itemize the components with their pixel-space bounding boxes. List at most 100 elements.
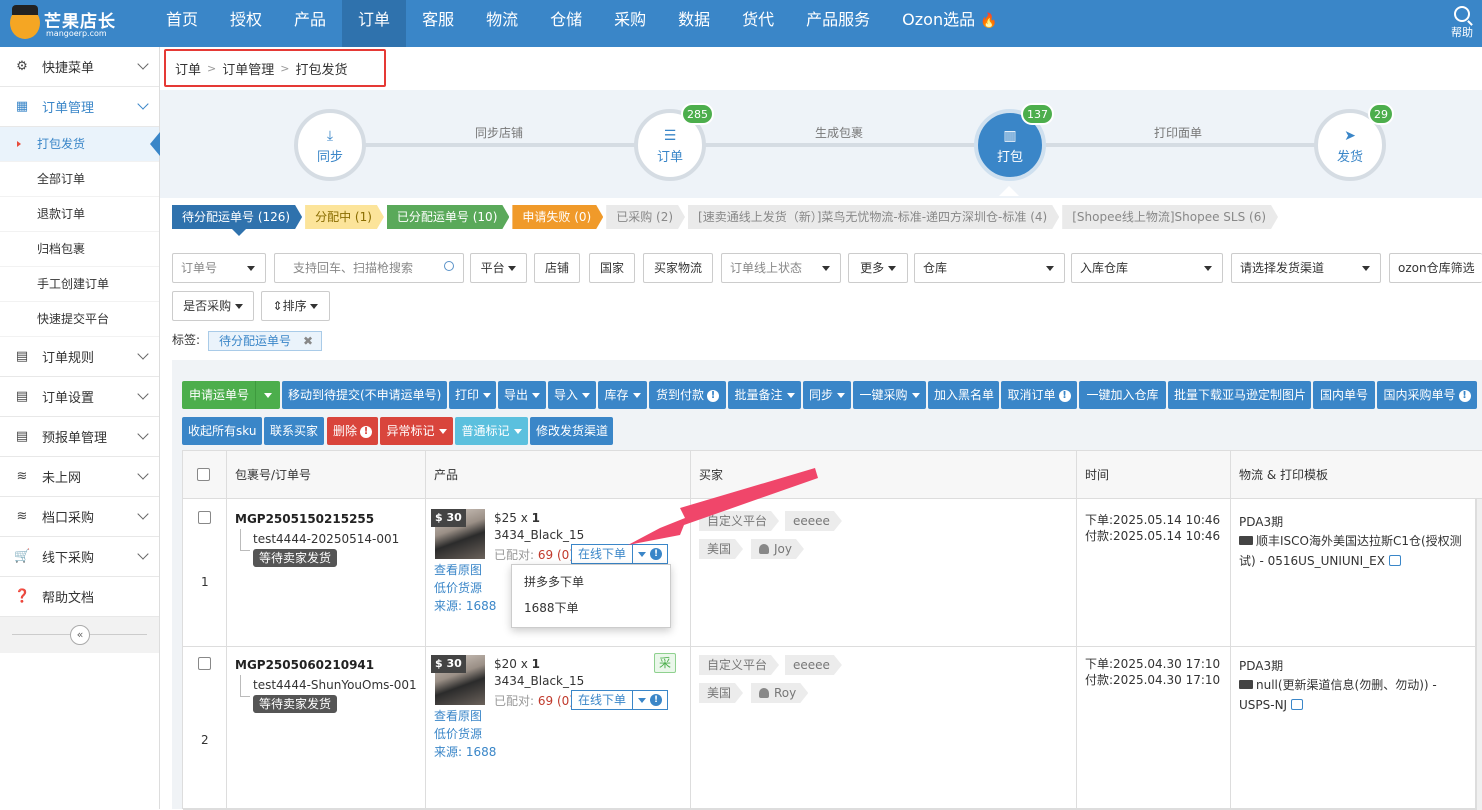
domestic-no-button[interactable]: 国内单号 bbox=[1313, 381, 1375, 409]
sidebar-section-help-docs[interactable]: ❓ 帮助文档 bbox=[0, 577, 159, 617]
menu-item-pinduoduo-order[interactable]: 拼多多下单 bbox=[512, 569, 670, 595]
search-input[interactable]: 支持回车、扫描枪搜索 bbox=[274, 253, 464, 283]
buyer-logistics-button[interactable]: 买家物流 bbox=[643, 253, 713, 283]
online-order-split-button[interactable]: 在线下单! bbox=[571, 690, 669, 710]
tab-pending-tracking[interactable]: 待分配运单号 (126) bbox=[172, 205, 302, 229]
cod-button[interactable]: 货到付款! bbox=[649, 381, 726, 409]
move-to-pending-button[interactable]: 移动到待提交(不申请运单号) bbox=[282, 381, 447, 409]
sidebar-item-quick-submit[interactable]: 快速提交平台 bbox=[0, 302, 159, 337]
import-dropdown[interactable]: 导入 bbox=[548, 381, 596, 409]
menu-item-1688-order[interactable]: 1688下单 bbox=[512, 595, 670, 621]
breadcrumb-item-order-management[interactable]: 订单管理 bbox=[222, 59, 274, 78]
order-number[interactable]: test4444-ShunYouOms-001 bbox=[253, 678, 417, 692]
change-channel-button[interactable]: 修改发货渠道 bbox=[530, 417, 613, 445]
close-icon[interactable]: ✖ bbox=[303, 332, 313, 350]
step-link-sync-shop[interactable]: 同步店铺 bbox=[475, 124, 523, 141]
nav-product-service[interactable]: 产品服务 bbox=[790, 0, 886, 47]
breadcrumb-item-order[interactable]: 订单 bbox=[175, 59, 201, 78]
blacklist-button[interactable]: 加入黑名单 bbox=[928, 381, 999, 409]
select-all-checkbox[interactable] bbox=[197, 468, 210, 481]
nav-ozon[interactable]: Ozon选品 🔥 bbox=[886, 0, 1013, 47]
step-ship[interactable]: ➤ 发货 29 bbox=[1314, 103, 1394, 181]
download-amazon-images-button[interactable]: 批量下载亚马逊定制图片 bbox=[1168, 381, 1311, 409]
brand-logo[interactable]: 芒果店长 mangoerp.com bbox=[10, 5, 150, 43]
sidebar-section-stall-purchase[interactable]: ≋ 档口采购 bbox=[0, 497, 159, 537]
sidebar-item-archived[interactable]: 归档包裹 bbox=[0, 232, 159, 267]
nav-purchase[interactable]: 采购 bbox=[598, 0, 662, 47]
step-order[interactable]: ☰ 订单 285 bbox=[634, 103, 714, 181]
online-order-split-button[interactable]: 在线下单! bbox=[571, 544, 669, 564]
nav-auth[interactable]: 授权 bbox=[214, 0, 278, 47]
delete-button[interactable]: 删除! bbox=[327, 417, 378, 445]
add-to-warehouse-button[interactable]: 一键加入仓库 bbox=[1079, 381, 1166, 409]
caret-down-icon[interactable] bbox=[255, 381, 279, 409]
country-button[interactable]: 国家 bbox=[589, 253, 635, 283]
table-scrollbar[interactable] bbox=[1476, 499, 1482, 810]
sidebar-section-order-rules[interactable]: ▤ 订单规则 bbox=[0, 337, 159, 377]
step-sync[interactable]: ⤓ 同步 bbox=[294, 109, 366, 181]
source-link[interactable]: 来源: 1688 bbox=[434, 743, 496, 760]
online-status-select[interactable]: 订单线上状态 bbox=[721, 253, 841, 283]
tab-failed[interactable]: 申请失败 (0) bbox=[512, 205, 603, 229]
low-price-source-link[interactable]: 低价货源 bbox=[434, 725, 482, 742]
search-icon[interactable] bbox=[444, 261, 454, 271]
nav-forwarder[interactable]: 货代 bbox=[726, 0, 790, 47]
more-dropdown[interactable]: 更多 bbox=[848, 253, 908, 283]
nav-logistics[interactable]: 物流 bbox=[470, 0, 534, 47]
view-original-link[interactable]: 查看原图 bbox=[434, 707, 482, 724]
ozon-warehouse-filter[interactable]: ozon仓库筛选 bbox=[1389, 253, 1482, 283]
batch-remark-dropdown[interactable]: 批量备注 bbox=[728, 381, 801, 409]
tab-purchased[interactable]: 已采购 (2) bbox=[606, 205, 685, 229]
shop-button[interactable]: 店铺 bbox=[534, 253, 580, 283]
sidebar-section-forecast[interactable]: ▤ 预报单管理 bbox=[0, 417, 159, 457]
sidebar-section-order-management[interactable]: ▦ 订单管理 bbox=[0, 87, 159, 127]
nav-product[interactable]: 产品 bbox=[278, 0, 342, 47]
row-checkbox[interactable] bbox=[198, 657, 211, 670]
sort-dropdown[interactable]: ⇕排序 bbox=[261, 291, 330, 321]
edit-icon[interactable] bbox=[1388, 555, 1401, 566]
in-warehouse-select[interactable]: 入库仓库 bbox=[1071, 253, 1223, 283]
export-dropdown[interactable]: 导出 bbox=[498, 381, 546, 409]
order-number[interactable]: test4444-20250514-001 bbox=[253, 532, 399, 546]
tab-shopee-sls[interactable]: [Shopee线上物流]Shopee SLS (6) bbox=[1062, 205, 1278, 229]
tab-assigned[interactable]: 已分配运单号 (10) bbox=[387, 205, 509, 229]
purchased-dropdown[interactable]: 是否采购 bbox=[172, 291, 254, 321]
double-chevron-left-icon[interactable]: « bbox=[70, 625, 90, 645]
sidebar-item-manual-create[interactable]: 手工创建订单 bbox=[0, 267, 159, 302]
package-number[interactable]: MGP2505060210941 bbox=[235, 658, 374, 672]
step-link-print-label[interactable]: 打印面单 bbox=[1154, 124, 1202, 141]
tab-aliexpress-cainiao[interactable]: [速卖通线上发货（新）]菜鸟无忧物流-标准-递四方深圳仓-标准 (4) bbox=[688, 205, 1059, 229]
abnormal-mark-dropdown[interactable]: 异常标记 bbox=[380, 417, 453, 445]
platform-dropdown[interactable]: 平台 bbox=[470, 253, 527, 283]
step-link-generate-package[interactable]: 生成包裹 bbox=[815, 124, 863, 141]
normal-mark-dropdown[interactable]: 普通标记 bbox=[455, 417, 528, 445]
apply-tracking-button[interactable]: 申请运单号 bbox=[182, 381, 280, 409]
contact-buyer-button[interactable]: 联系买家 bbox=[264, 417, 324, 445]
collapse-sku-button[interactable]: 收起所有sku bbox=[182, 417, 262, 445]
sidebar-section-order-settings[interactable]: ▤ 订单设置 bbox=[0, 377, 159, 417]
sidebar-item-refund-orders[interactable]: 退款订单 bbox=[0, 197, 159, 232]
nav-data[interactable]: 数据 bbox=[662, 0, 726, 47]
view-original-link[interactable]: 查看原图 bbox=[434, 561, 482, 578]
stock-dropdown[interactable]: 库存 bbox=[598, 381, 647, 409]
nav-service[interactable]: 客服 bbox=[406, 0, 470, 47]
nav-order[interactable]: 订单 bbox=[342, 0, 407, 47]
sidebar-item-pack-ship[interactable]: 打包发货 bbox=[0, 127, 160, 162]
one-click-purchase-dropdown[interactable]: 一键采购 bbox=[853, 381, 926, 409]
channel-select[interactable]: 请选择发货渠道 bbox=[1231, 253, 1381, 283]
sidebar-section-offline-purchase[interactable]: 🛒 线下采购 bbox=[0, 537, 159, 577]
low-price-source-link[interactable]: 低价货源 bbox=[434, 579, 482, 596]
nav-home[interactable]: 首页 bbox=[150, 0, 214, 47]
sidebar-section-offline[interactable]: ≋ 未上网 bbox=[0, 457, 159, 497]
sync-dropdown[interactable]: 同步 bbox=[803, 381, 851, 409]
order-no-select[interactable]: 订单号 bbox=[172, 253, 266, 283]
domestic-purchase-no-button[interactable]: 国内采购单号! bbox=[1377, 381, 1477, 409]
row-checkbox[interactable] bbox=[198, 511, 211, 524]
nav-warehouse[interactable]: 仓储 bbox=[534, 0, 598, 47]
sidebar-item-all-orders[interactable]: 全部订单 bbox=[0, 162, 159, 197]
package-number[interactable]: MGP2505150215255 bbox=[235, 512, 374, 526]
print-dropdown[interactable]: 打印 bbox=[449, 381, 496, 409]
help-button[interactable]: 帮助 bbox=[1446, 4, 1478, 40]
step-pack[interactable]: ▥ 打包 137 bbox=[974, 103, 1054, 181]
tab-assigning[interactable]: 分配中 (1) bbox=[305, 205, 384, 229]
